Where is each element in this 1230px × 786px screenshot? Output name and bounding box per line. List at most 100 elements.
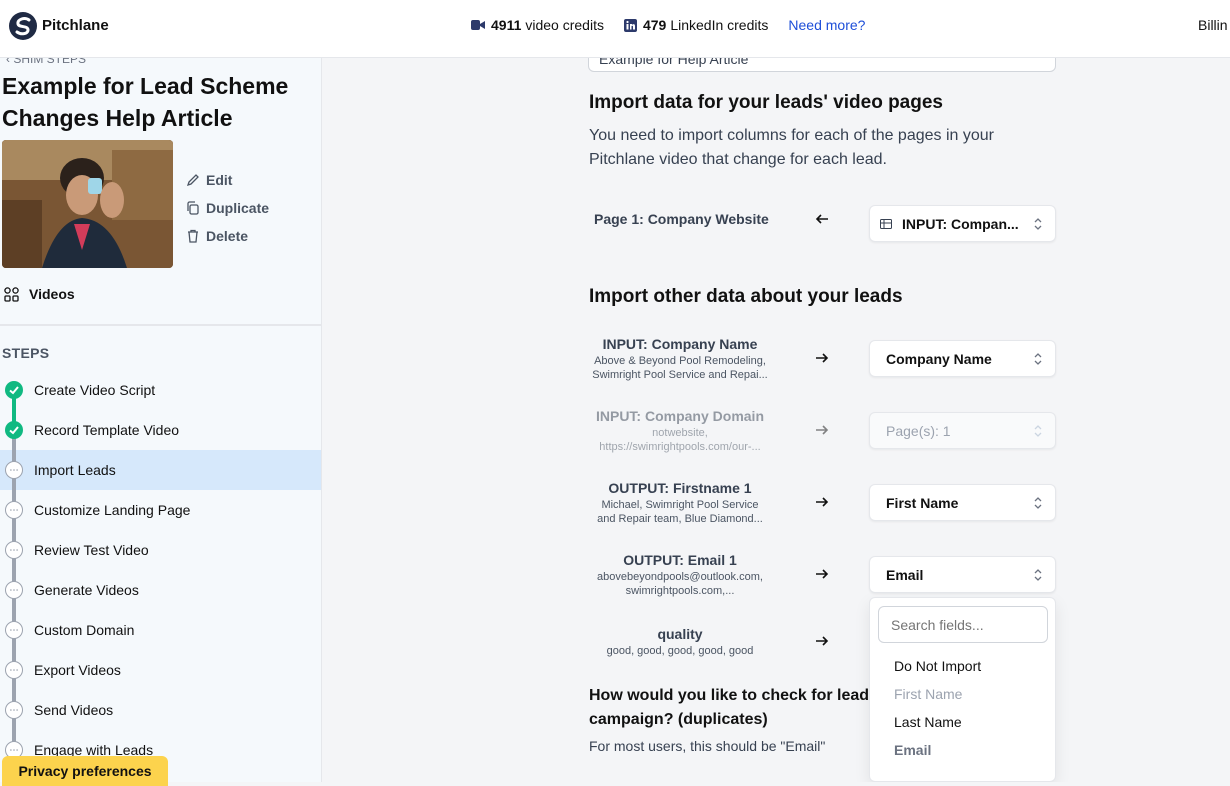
email-select[interactable]: Email bbox=[869, 556, 1056, 593]
pending-circle-icon bbox=[5, 461, 23, 479]
video-credits: 4911 video credits bbox=[471, 17, 604, 33]
option-email[interactable]: Email bbox=[894, 742, 931, 758]
pending-circle-icon bbox=[5, 581, 23, 599]
table-icon bbox=[880, 218, 892, 229]
trash-icon bbox=[188, 229, 198, 243]
copy-icon bbox=[187, 201, 199, 215]
pitchlane-logo-icon[interactable] bbox=[8, 11, 38, 41]
step-create-video-script[interactable]: Create Video Script bbox=[0, 370, 321, 410]
field-sample: and Repair team, Blue Diamond... bbox=[597, 513, 763, 525]
step-customize-landing-page[interactable]: Customize Landing Page bbox=[0, 490, 321, 530]
select-value: Email bbox=[886, 566, 924, 583]
video-thumbnail[interactable] bbox=[2, 140, 173, 268]
page-1-label: Page 1: Company Website bbox=[594, 211, 769, 227]
other-data-title: Import other data about your leads bbox=[589, 286, 903, 307]
video-pages-description: You need to import columns for each of t… bbox=[589, 127, 994, 168]
linkedin-credits: 479 LinkedIn credits bbox=[623, 17, 769, 33]
step-send-videos[interactable]: Send Videos bbox=[0, 690, 321, 730]
campaign-name-input[interactable]: Example for Help Article bbox=[588, 58, 1056, 72]
main-content: Example for Help Article Import data for… bbox=[322, 58, 1230, 782]
sidebar-divider bbox=[0, 324, 321, 326]
videos-label: Videos bbox=[29, 286, 75, 302]
company-domain-select[interactable]: Page(s): 1 bbox=[869, 412, 1056, 449]
chevron-up-down-icon bbox=[1034, 353, 1042, 365]
grid-icon bbox=[4, 286, 19, 302]
delete-button[interactable]: Delete bbox=[186, 222, 269, 250]
step-label: Export Videos bbox=[34, 662, 121, 678]
delete-label: Delete bbox=[206, 228, 249, 244]
videos-link[interactable]: Videos bbox=[4, 286, 75, 302]
pending-circle-icon bbox=[5, 621, 23, 639]
field-sample: Above & Beyond Pool Remodeling, bbox=[594, 355, 766, 367]
company-name-select[interactable]: Company Name bbox=[869, 340, 1056, 377]
step-generate-videos[interactable]: Generate Videos bbox=[0, 570, 321, 610]
arrow-right-icon bbox=[816, 636, 829, 646]
pending-circle-icon bbox=[5, 701, 23, 719]
billing-link[interactable]: Billin bbox=[1198, 17, 1228, 33]
select-value: Page(s): 1 bbox=[886, 422, 951, 439]
arrow-right-icon bbox=[816, 353, 829, 363]
step-export-videos[interactable]: Export Videos bbox=[0, 650, 321, 690]
edit-label: Edit bbox=[206, 172, 233, 188]
option-last-name[interactable]: Last Name bbox=[894, 714, 962, 730]
step-label: Import Leads bbox=[34, 462, 116, 478]
field-sample: swimrightpools.com,... bbox=[625, 585, 735, 597]
pencil-icon bbox=[186, 174, 199, 187]
field-sample: notwebsite, bbox=[652, 427, 708, 439]
back-link[interactable]: ‹ SHIM STEPS bbox=[6, 58, 86, 66]
page-1-select[interactable]: INPUT: Compan... bbox=[869, 205, 1056, 242]
linkedin-credits-label: LinkedIn credits bbox=[670, 17, 769, 33]
select-value: First Name bbox=[886, 494, 959, 511]
step-import-leads[interactable]: Import Leads bbox=[0, 450, 321, 490]
step-review-test-video[interactable]: Review Test Video bbox=[0, 530, 321, 570]
duplicate-button[interactable]: Duplicate bbox=[186, 194, 269, 222]
video-credits-count: 4911 bbox=[491, 17, 522, 33]
brand-name[interactable]: Pitchlane bbox=[42, 17, 109, 34]
top-bar: Pitchlane 4911 video credits 479 LinkedI… bbox=[0, 0, 1230, 58]
step-custom-domain[interactable]: Custom Domain bbox=[0, 610, 321, 650]
check-circle-icon bbox=[5, 381, 23, 399]
check-circle-icon bbox=[5, 421, 23, 439]
step-label: Custom Domain bbox=[34, 622, 135, 638]
page-1-select-value: INPUT: Compan... bbox=[902, 215, 1019, 232]
video-thumbnail-image bbox=[2, 140, 173, 268]
chevron-up-down-icon bbox=[1034, 497, 1042, 509]
project-title: Example for Lead Scheme Changes Help Art… bbox=[2, 73, 289, 131]
arrow-right-icon bbox=[816, 497, 829, 507]
search-fields-input[interactable] bbox=[878, 606, 1048, 643]
step-label: Generate Videos bbox=[34, 582, 139, 598]
field-dropdown-menu: Do Not Import First Name Last Name Email bbox=[869, 597, 1056, 782]
firstname-select[interactable]: First Name bbox=[869, 484, 1056, 521]
chevron-up-down-icon bbox=[1034, 569, 1042, 581]
pending-circle-icon bbox=[5, 541, 23, 559]
field-label: INPUT: Company Domain bbox=[595, 408, 764, 424]
duplicate-label: Duplicate bbox=[206, 200, 270, 216]
pending-circle-icon bbox=[5, 501, 23, 519]
edit-button[interactable]: Edit bbox=[186, 166, 269, 194]
sidebar: ‹ SHIM STEPS Example for Lead Scheme Cha… bbox=[0, 58, 322, 782]
duplicates-note: For most users, this should be "Email" bbox=[589, 738, 826, 754]
video-pages-title: Import data for your leads' video pages bbox=[589, 92, 943, 113]
arrow-right-icon bbox=[816, 425, 829, 435]
step-label: Record Template Video bbox=[34, 422, 180, 438]
field-sample: good, good, good, good, good bbox=[606, 645, 754, 657]
step-label: Customize Landing Page bbox=[34, 502, 191, 518]
field-label: INPUT: Company Name bbox=[602, 336, 758, 352]
chevron-up-down-icon bbox=[1034, 218, 1042, 230]
step-label: Create Video Script bbox=[34, 382, 156, 398]
step-label: Send Videos bbox=[34, 702, 114, 718]
pending-circle-icon bbox=[5, 661, 23, 679]
step-record-template-video[interactable]: Record Template Video bbox=[0, 410, 321, 450]
linkedin-credits-count: 479 bbox=[642, 17, 667, 33]
field-label: OUTPUT: Email 1 bbox=[623, 552, 737, 568]
field-label: quality bbox=[657, 626, 703, 642]
steps-list: Create Video Script Record Template Vide… bbox=[0, 370, 321, 770]
field-sample: Michael, Swimright Pool Service bbox=[601, 499, 759, 511]
select-value: Company Name bbox=[886, 350, 992, 367]
credits-summary: 4911 video credits 479 LinkedIn credits … bbox=[471, 17, 865, 33]
option-do-not-import[interactable]: Do Not Import bbox=[894, 658, 981, 674]
video-credits-label: video credits bbox=[525, 17, 604, 33]
option-first-name[interactable]: First Name bbox=[894, 686, 962, 702]
need-more-link[interactable]: Need more? bbox=[788, 17, 865, 33]
arrow-right-icon bbox=[816, 569, 829, 579]
